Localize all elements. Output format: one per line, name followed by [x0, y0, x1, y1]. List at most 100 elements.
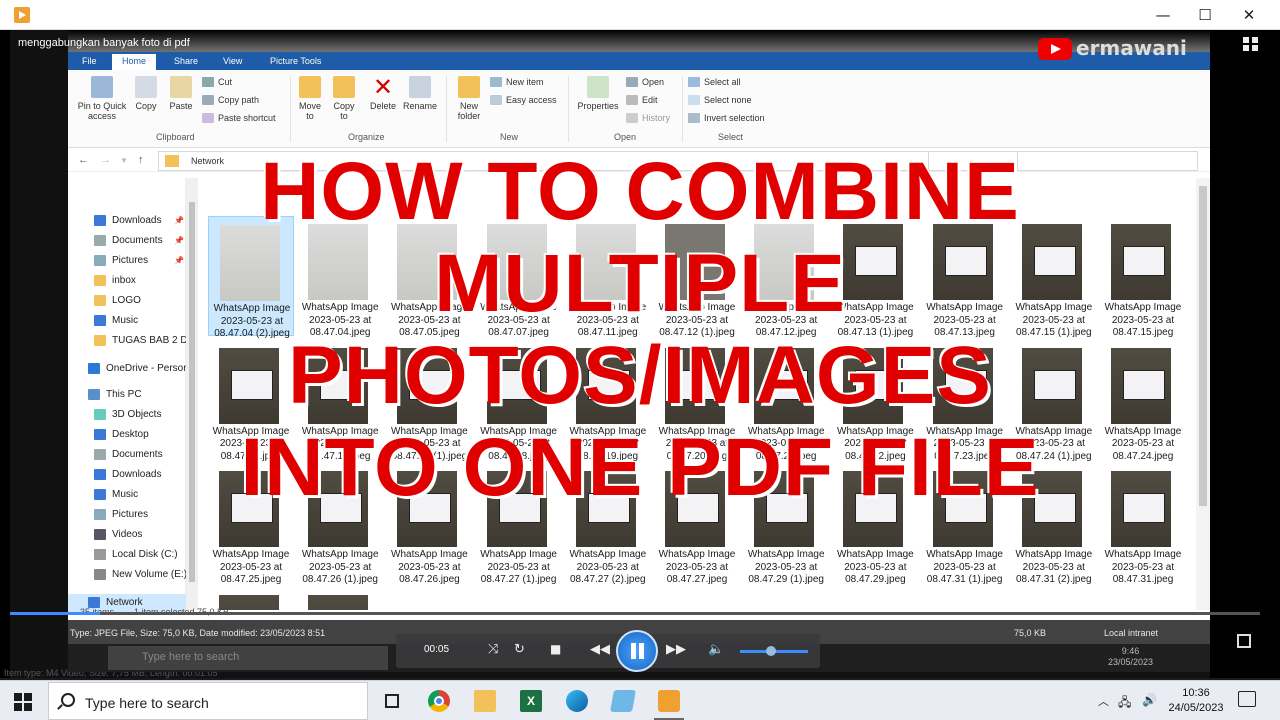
nav-item[interactable]: Documents 📌	[68, 232, 186, 250]
nav-item[interactable]: LOGO	[68, 292, 186, 310]
nav-scroll-thumb[interactable]	[189, 202, 195, 582]
new-item-button[interactable]: New item	[490, 76, 544, 88]
open-button[interactable]: Open	[626, 76, 664, 88]
file-thumbnail[interactable]: WhatsApp Image 2023-05-23 at 08.47.23.jpeg	[922, 340, 1008, 462]
system-clock[interactable]: 10:36 24/05/2023	[1160, 686, 1232, 716]
nav-item[interactable]: Music	[68, 486, 186, 504]
file-thumbnail[interactable]: WhatsApp Image 2023-05-23 at 08.47.13 (1).…	[832, 216, 918, 338]
explorer-search-input[interactable]	[928, 151, 1198, 171]
fullscreen-icon[interactable]	[1243, 37, 1259, 51]
file-thumbnail[interactable]: WhatsApp Image 2023-05-23 at 08.47.31 (1).…	[922, 463, 1008, 585]
file-thumbnail[interactable]: WhatsApp Image 2023-05-23 at 08.47.11.jpeg	[565, 216, 651, 338]
media-player-taskbar-icon[interactable]	[654, 690, 684, 720]
nav-item[interactable]: inbox	[68, 272, 186, 290]
content-scrollbar[interactable]	[1196, 178, 1210, 610]
forward-arrow-icon[interactable]: →	[100, 154, 111, 166]
file-thumbnail[interactable]: WhatsApp Image 2023-05-23 at 08.47.04.jpeg	[297, 216, 383, 338]
new-folder-button[interactable]: New folder	[452, 76, 486, 121]
pause-button[interactable]	[616, 630, 658, 672]
tab-picture-tools[interactable]: Picture Tools	[260, 54, 331, 70]
breadcrumb-network[interactable]: Network	[191, 156, 224, 166]
nav-item[interactable]: Videos	[68, 526, 186, 544]
content-scroll-thumb[interactable]	[1199, 186, 1207, 506]
network-icon[interactable]: 🖧	[1118, 693, 1131, 714]
invert-selection-button[interactable]: Invert selection	[688, 112, 765, 124]
nav-item[interactable]: Downloads	[68, 466, 186, 484]
properties-button[interactable]: Properties	[574, 76, 622, 111]
nav-item[interactable]: New Volume (E:)	[68, 566, 186, 584]
file-thumbnail[interactable]: WhatsApp Image 2023-05-23 at 08.47.26.jpeg	[386, 463, 472, 585]
recent-chevron-down-icon[interactable]: ▼	[120, 156, 128, 165]
tab-view[interactable]: View	[213, 54, 252, 70]
easy-access-button[interactable]: Easy access	[490, 94, 557, 106]
paste-button[interactable]: Paste	[166, 76, 196, 111]
file-thumbnail[interactable]: WhatsApp Image 2023-05-23 at 08.47.31 (2).…	[1011, 463, 1097, 585]
expand-icon[interactable]	[1237, 634, 1251, 648]
select-none-button[interactable]: Select none	[688, 94, 752, 106]
start-windows-icon[interactable]	[14, 693, 32, 711]
file-thumbnail[interactable]: WhatsApp Image 2023-05-23 at 08.47.12 (1).…	[654, 216, 740, 338]
nav-item[interactable]: Desktop	[68, 426, 186, 444]
file-thumbnail[interactable]: WhatsApp Image 2023-05-23 at 08.47.21.jpeg	[743, 340, 829, 462]
address-input[interactable]: Network	[158, 151, 1018, 171]
file-thumbnail[interactable]: WhatsApp Image 2023-05-23 at 08.47.16.jpeg	[208, 340, 294, 462]
previous-icon[interactable]: ◀◀	[590, 642, 610, 657]
file-thumbnail[interactable]: WhatsApp Image 2023-05-23 at 08.47.04 (2).…	[208, 216, 294, 339]
delete-button[interactable]: ✕ Delete	[368, 75, 398, 111]
tab-share[interactable]: Share	[164, 54, 208, 70]
file-thumbnail[interactable]: WhatsApp Image 2023-05-23 at 08.47.19.jpeg	[565, 340, 651, 462]
file-thumbnail[interactable]: WhatsApp Image 2023-05-23 at 08.47.13.jpeg	[922, 216, 1008, 338]
next-icon[interactable]: ▶▶	[666, 642, 686, 657]
history-button[interactable]: History	[626, 112, 670, 124]
file-thumbnail[interactable]: WhatsApp Image 2023-05-23 at 08.47.29 (1).…	[743, 463, 829, 585]
file-thumbnail[interactable]: WhatsApp Image 2023-05-23 at 08.47.12.jpeg	[743, 216, 829, 338]
notepad-icon[interactable]	[610, 690, 636, 712]
repeat-icon[interactable]: ↻	[514, 642, 525, 657]
file-thumbnail[interactable]: WhatsApp Image 2023-05-23 at 08.47.17.jpeg	[297, 340, 383, 462]
nav-item[interactable]: Local Disk (C:)	[68, 546, 186, 564]
volume-tray-icon[interactable]: 🔊	[1142, 693, 1157, 707]
file-thumbnail[interactable]: WhatsApp Image 2023-05-23 at 08.47.27 (2).…	[565, 463, 651, 585]
file-thumbnail[interactable]: WhatsApp Image 2023-05-23 at 08.47.27.jpeg	[654, 463, 740, 585]
show-hidden-icons-chevron-icon[interactable]: ︿	[1098, 693, 1109, 709]
file-thumbnail[interactable]: WhatsApp Image 2023-05-23 at 08.47.15 (1).…	[1011, 216, 1097, 338]
taskbar-search-box[interactable]: Type here to search	[48, 682, 368, 720]
edit-button[interactable]: Edit	[626, 94, 658, 106]
file-thumbnail[interactable]: WhatsApp Image 2023-05-23 at 08.47.29.jpeg	[832, 463, 918, 585]
copy-button[interactable]: Copy	[132, 76, 160, 111]
tab-file[interactable]: File	[72, 54, 107, 70]
file-thumbnail[interactable]: WhatsApp Image 2023-05-23 at 08.47.31.jpeg	[1100, 463, 1186, 585]
stop-icon[interactable]: ■	[550, 642, 561, 656]
file-thumbnail[interactable]: WhatsApp Image 2023-05-23 at 08.47.15.jpeg	[1100, 216, 1186, 338]
back-arrow-icon[interactable]: ←	[78, 154, 89, 166]
file-thumbnail[interactable]: WhatsApp Image 2023-05-23 at 08.47.07.jpeg	[476, 216, 562, 338]
file-thumbnail[interactable]: WhatsApp Image 2023-05-23 at 08.47.18.jpeg	[476, 340, 562, 462]
file-thumbnail[interactable]: WhatsApp Image 2023-05-23 at 08.47.18 (1).…	[386, 340, 472, 462]
move-to-button[interactable]: Move to	[296, 76, 324, 121]
file-thumbnail[interactable]: WhatsApp Image 2023-05-23 at 08.47.05.jpeg	[386, 216, 472, 338]
tab-home[interactable]: Home	[112, 54, 157, 70]
nav-item[interactable]: Documents	[68, 446, 186, 464]
close-button[interactable]: ✕	[1226, 0, 1272, 30]
paste-shortcut-button[interactable]: Paste shortcut	[202, 112, 276, 124]
file-thumbnail[interactable]: WhatsApp Image 2023-05-23 at 08.47.20.jpeg	[654, 340, 740, 462]
copy-to-button[interactable]: Copy to	[330, 76, 358, 121]
nav-item[interactable]: 3D Objects	[68, 406, 186, 424]
edge-icon[interactable]	[566, 690, 588, 712]
file-thumbnail[interactable]: WhatsApp Image 2023-05-23 at 08.47.22.jpeg	[832, 340, 918, 462]
nav-item[interactable]: TUGAS BAB 2 DE	[68, 332, 186, 350]
file-explorer-icon[interactable]	[474, 690, 496, 712]
nav-item[interactable]: Downloads 📌	[68, 212, 186, 230]
nav-item[interactable]: This PC	[68, 386, 186, 404]
file-thumbnail[interactable]: WhatsApp Image 2023-05-23 at 08.47.27 (1).…	[476, 463, 562, 585]
seek-bar[interactable]	[10, 612, 1260, 615]
volume-knob[interactable]	[766, 646, 776, 656]
pin-quick-access-button[interactable]: Pin to Quick access	[72, 76, 132, 121]
up-arrow-icon[interactable]: ↑	[138, 154, 144, 166]
file-thumbnail[interactable]: WhatsApp Image 2023-05-23 at 08.47.26 (1).…	[297, 463, 383, 585]
nav-item[interactable]: Pictures	[68, 506, 186, 524]
notification-icon[interactable]	[1238, 691, 1256, 707]
excel-icon[interactable]: X	[520, 690, 542, 712]
task-view-icon[interactable]	[382, 690, 404, 712]
rename-button[interactable]: Rename	[402, 76, 438, 111]
